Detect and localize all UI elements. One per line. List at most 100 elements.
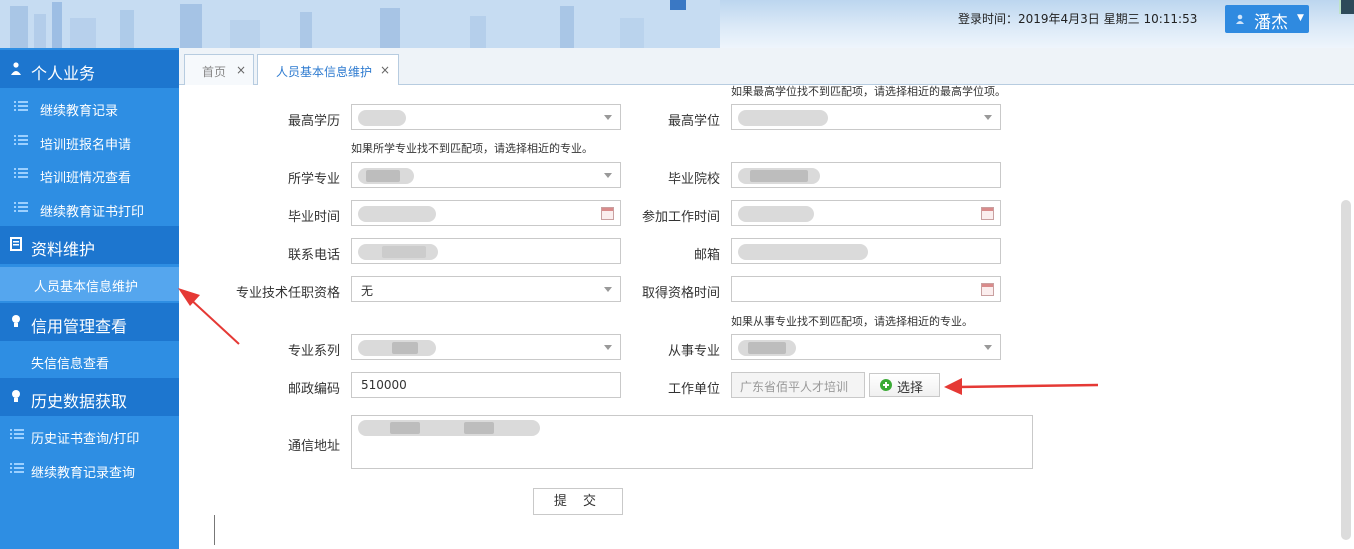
submit-button[interactable]: 提 交 <box>533 488 623 515</box>
bulb-icon <box>12 390 20 402</box>
tab-home[interactable]: 首页 × <box>184 54 254 85</box>
user-icon <box>1236 14 1244 24</box>
divider-line <box>214 515 215 545</box>
chevron-down-icon <box>984 115 992 120</box>
tab-label: 首页 <box>202 65 227 79</box>
calendar-icon[interactable] <box>601 207 614 220</box>
chevron-down-icon <box>604 173 612 178</box>
sidebar-item-label: 继续教育记录 <box>40 104 119 119</box>
list-icon <box>14 135 28 145</box>
tab-label: 人员基本信息维护 <box>276 65 373 79</box>
chevron-down-icon <box>604 115 612 120</box>
sidebar-item-label: 失信信息查看 <box>31 357 110 372</box>
address-label: 通信地址 <box>287 439 340 454</box>
education-select[interactable] <box>351 104 621 130</box>
skyline-banner <box>0 0 720 48</box>
sidebar-section-label: 个人业务 <box>31 64 96 83</box>
caret-down-icon: ▼ <box>1297 13 1304 23</box>
school-label: 毕业院校 <box>667 172 720 187</box>
list-icon <box>10 463 24 473</box>
qual-time-label: 取得资格时间 <box>641 286 720 301</box>
bulb-icon <box>12 315 20 327</box>
calendar-icon[interactable] <box>981 207 994 220</box>
degree-select[interactable] <box>731 104 1001 130</box>
close-icon[interactable]: × <box>236 63 246 77</box>
postcode-label: 邮政编码 <box>287 382 340 397</box>
work-start-input[interactable] <box>731 200 1001 226</box>
qualification-value: 无 <box>361 284 374 298</box>
work-major-label: 从事专业 <box>667 344 720 359</box>
grad-time-input[interactable] <box>351 200 621 226</box>
sidebar-item-label: 培训班报名申请 <box>40 138 132 153</box>
major-hint: 如果所学专业找不到匹配项，请选择相近的专业。 <box>351 142 593 155</box>
postcode-input[interactable]: 510000 <box>351 372 621 398</box>
phone-input[interactable] <box>351 238 621 264</box>
sidebar-item-label: 继续教育记录查询 <box>31 466 136 481</box>
calendar-icon[interactable] <box>981 283 994 296</box>
document-icon <box>10 237 22 251</box>
sidebar-section-data[interactable]: 资料维护 <box>0 226 179 264</box>
select-button-label: 选择 <box>897 381 924 396</box>
degree-hint: 如果最高学位找不到匹配项，请选择相近的最高学位项。 <box>731 85 1006 98</box>
employer-label: 工作单位 <box>667 382 720 397</box>
person-icon <box>11 62 21 75</box>
work-major-hint: 如果从事专业找不到匹配项，请选择相近的专业。 <box>731 315 973 328</box>
vertical-scrollbar[interactable] <box>1341 200 1351 540</box>
sidebar-section-history[interactable]: 历史数据获取 <box>0 378 179 416</box>
sidebar-section-personal[interactable]: 个人业务 <box>0 50 179 88</box>
chevron-down-icon <box>604 345 612 350</box>
qualification-label: 专业技术任职资格 <box>235 286 340 301</box>
sidebar-item-label: 历史证书查询/打印 <box>31 432 140 447</box>
email-input[interactable] <box>731 238 1001 264</box>
chevron-down-icon <box>984 345 992 350</box>
sidebar-item-label: 培训班情况查看 <box>40 171 132 186</box>
email-label: 邮箱 <box>693 248 720 263</box>
sidebar-section-label: 历史数据获取 <box>31 392 128 411</box>
sidebar-item-label: 继续教育证书打印 <box>40 205 145 220</box>
list-icon <box>10 429 24 439</box>
tab-bar: 首页 × 人员基本信息维护 × <box>179 48 1354 86</box>
sidebar-item-label: 人员基本信息维护 <box>34 280 139 295</box>
work-major-select[interactable] <box>731 334 1001 360</box>
sidebar-section-credit[interactable]: 信用管理查看 <box>0 303 179 341</box>
sidebar-item-personal-info[interactable]: 人员基本信息维护 <box>0 267 179 301</box>
sidebar-item-history-certificate[interactable]: 历史证书查询/打印 <box>0 419 179 453</box>
sidebar: 个人业务 继续教育记录 培训班报名申请 培训班情况查看 继续教育证书打印 资料维… <box>0 48 179 549</box>
sidebar-item-education-record[interactable]: 继续教育记录 <box>0 91 179 125</box>
qual-time-input[interactable] <box>731 276 1001 302</box>
employer-input[interactable]: 广东省佰平人才培训 <box>731 372 865 398</box>
address-textarea[interactable] <box>351 415 1033 469</box>
major-label: 所学专业 <box>287 172 340 187</box>
school-input[interactable] <box>731 162 1001 188</box>
list-icon <box>14 101 28 111</box>
window-corner-widget <box>1339 0 1354 14</box>
sidebar-item-history-records[interactable]: 继续教育记录查询 <box>0 453 179 487</box>
user-name: 潘杰 <box>1254 13 1288 33</box>
employer-placeholder: 广东省佰平人才培训 <box>740 380 849 394</box>
series-label: 专业系列 <box>287 344 340 359</box>
list-icon <box>14 168 28 178</box>
qualification-select[interactable]: 无 <box>351 276 621 302</box>
sidebar-item-certificate-print[interactable]: 继续教育证书打印 <box>0 192 179 226</box>
sidebar-section-label: 资料维护 <box>31 240 96 259</box>
series-select[interactable] <box>351 334 621 360</box>
select-employer-button[interactable]: 选择 <box>869 373 940 397</box>
login-time: 登录时间：2019年4月3日 星期三 10:11:53 <box>958 12 1198 26</box>
major-select[interactable] <box>351 162 621 188</box>
form-panel: 如果最高学位找不到匹配项，请选择相近的最高学位项。 最高学历 最高学位 如果所学… <box>179 85 1354 549</box>
work-start-label: 参加工作时间 <box>641 210 720 225</box>
tab-personal-info[interactable]: 人员基本信息维护 × <box>257 54 399 86</box>
app-header: 登录时间：2019年4月3日 星期三 10:11:53 潘杰 ▼ <box>0 0 1354 48</box>
sidebar-item-dishonesty-info[interactable]: 失信信息查看 <box>0 344 179 378</box>
plus-circle-icon <box>880 379 892 391</box>
degree-label: 最高学位 <box>667 114 720 129</box>
user-menu-button[interactable]: 潘杰 ▼ <box>1225 5 1309 33</box>
education-label: 最高学历 <box>287 114 340 129</box>
grad-time-label: 毕业时间 <box>287 210 340 225</box>
postcode-value: 510000 <box>361 378 407 392</box>
phone-label: 联系电话 <box>287 248 340 263</box>
sidebar-item-training-apply[interactable]: 培训班报名申请 <box>0 125 179 159</box>
close-icon[interactable]: × <box>380 63 390 77</box>
chevron-down-icon <box>604 287 612 292</box>
sidebar-item-training-status[interactable]: 培训班情况查看 <box>0 158 179 192</box>
